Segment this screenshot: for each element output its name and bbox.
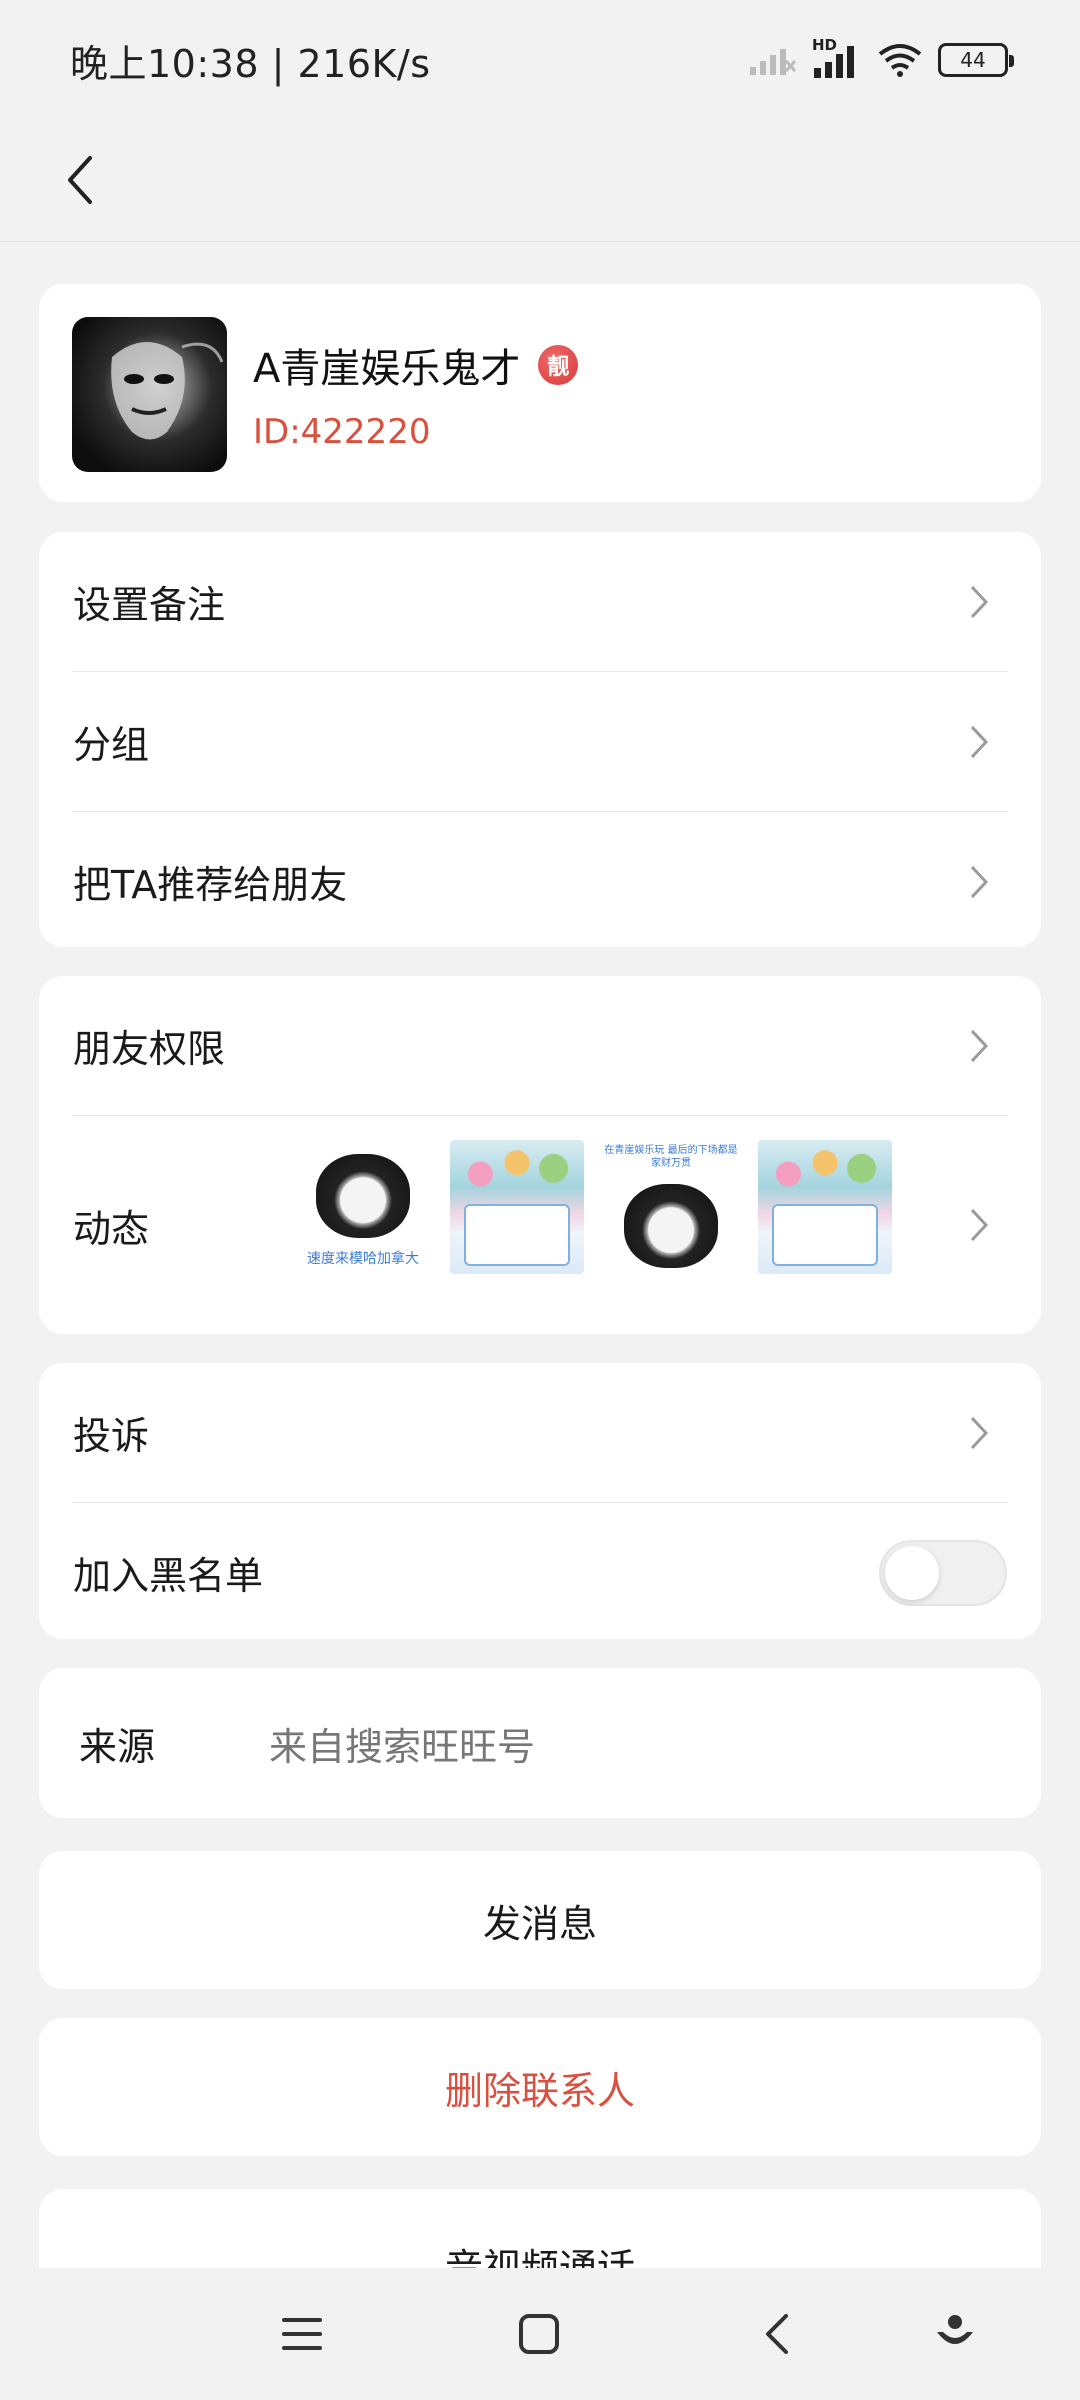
source-label: 来源 [79,1724,156,1769]
source-card: 来源 来自搜索旺旺号 [39,1668,1041,1818]
assistant-icon [937,2315,973,2344]
chevron-right-icon [970,1029,989,1062]
moments-label: 动态 [73,1206,150,1251]
battery-level: 44 [960,48,986,72]
vip-badge-icon: 靓 [538,345,579,385]
delete-contact-button[interactable]: 删除联系人 [39,2018,1041,2156]
av-call-label: 音视频通话 [444,2246,635,2268]
friend-permission-label: 朋友权限 [73,1027,226,1071]
chevron-right-icon [970,1208,989,1242]
chevron-right-icon [970,725,989,758]
chevron-right-icon [970,1416,989,1449]
status-bar: 晚上10:38 | 216K/s HD 44 [0,0,1080,120]
profile-card: A青崖娱乐鬼才 靓 ID:422220 [39,284,1041,502]
recommend-row[interactable]: 把TA推荐给朋友 [39,812,1041,951]
menu-icon [282,2318,322,2350]
home-button[interactable] [509,2304,569,2364]
report-row[interactable]: 投诉 [39,1363,1041,1502]
nickname: A青崖娱乐鬼才 [253,346,521,392]
blacklist-label: 加入黑名单 [73,1554,264,1598]
group-row[interactable]: 分组 [39,672,1041,811]
settings-card-2: 朋友权限 动态 速度来模哈加拿大 在青崖娱乐玩 最后的下场都是家财万贯 [39,976,1041,1334]
chevron-right-icon [970,585,989,618]
top-nav [0,120,1080,242]
thumb-caption: 速度来模哈加拿大 [307,1251,419,1267]
signal-off-icon [750,49,796,75]
settings-card-1: 设置备注 分组 把TA推荐给朋友 [39,532,1041,947]
chevron-right-icon [970,865,989,898]
blacklist-row: 加入黑名单 [39,1503,1041,1642]
moment-thumb[interactable]: 在青崖娱乐玩 最后的下场都是家财万贯 [604,1140,738,1274]
battery-icon: 44 [938,43,1014,77]
source-value: 来自搜索旺旺号 [269,1724,536,1769]
source-row: 来源 来自搜索旺旺号 [39,1668,1041,1818]
back-button[interactable] [40,140,120,220]
group-label: 分组 [73,723,150,767]
user-id: ID:422220 [253,412,431,452]
system-back-button[interactable] [747,2304,807,2364]
send-message-button[interactable]: 发消息 [39,1851,1041,1989]
recommend-label: 把TA推荐给朋友 [73,863,348,907]
mask-avatar-image [111,342,224,440]
report-label: 投诉 [73,1414,150,1458]
moments-thumbnails: 速度来模哈加拿大 在青崖娱乐玩 最后的下场都是家财万贯 [296,1140,892,1274]
home-square-icon [519,2314,559,2354]
moment-thumb[interactable] [758,1140,892,1274]
assistant-button[interactable] [925,2304,985,2364]
friend-permission-row[interactable]: 朋友权限 [39,976,1041,1115]
moment-thumb[interactable] [450,1140,584,1274]
blacklist-toggle[interactable] [879,1539,1007,1606]
av-call-button[interactable]: 音视频通话 [39,2189,1041,2268]
settings-card-3: 投诉 加入黑名单 [39,1363,1041,1639]
thumb-caption: 在青崖娱乐玩 最后的下场都是家财万贯 [604,1145,738,1169]
avatar[interactable] [72,317,227,472]
back-triangle-icon [766,2314,788,2354]
set-remark-row[interactable]: 设置备注 [39,532,1041,671]
menu-button[interactable] [272,2304,332,2364]
status-icons: HD 44 [748,36,1014,80]
set-remark-label: 设置备注 [73,583,226,627]
wifi-icon [878,44,922,77]
signal-hd-icon: HD [810,36,862,80]
moment-thumb[interactable]: 速度来模哈加拿大 [296,1140,430,1274]
status-time-speed: 晚上10:38 | 216K/s [70,41,431,86]
back-arrow-icon [68,156,92,204]
system-nav-bar [0,2268,1080,2400]
nickname-row: A青崖娱乐鬼才 靓 [253,336,579,394]
moments-row[interactable]: 动态 速度来模哈加拿大 在青崖娱乐玩 最后的下场都是家财万贯 [39,1116,1041,1334]
